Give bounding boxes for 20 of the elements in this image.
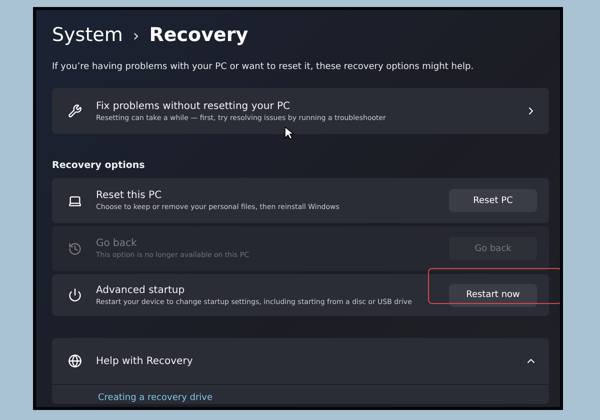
page-description: If you’re having problems with your PC or want to reset it, these recovery options might help.: [52, 62, 475, 72]
help-link[interactable]: Creating a recovery drive: [98, 393, 213, 403]
globe-icon: [68, 354, 82, 368]
section-heading: Recovery options: [52, 160, 146, 171]
option-title: Reset this PC: [96, 190, 163, 201]
history-icon: [68, 242, 82, 256]
breadcrumb-separator: ›: [132, 26, 140, 44]
help-header[interactable]: Help with Recovery: [52, 338, 549, 385]
option-title: Advanced startup: [96, 284, 186, 296]
laptop-icon: [68, 194, 82, 208]
wrench-icon: [68, 104, 82, 118]
help-title: Help with Recovery: [96, 356, 194, 366]
page-title: Recovery: [149, 24, 248, 46]
mouse-cursor-icon: [284, 126, 294, 140]
option-button[interactable]: Restart now: [449, 284, 537, 306]
breadcrumb-parent[interactable]: System: [52, 24, 123, 46]
option-title: Go back: [96, 238, 138, 249]
option-button[interactable]: Reset PC: [449, 189, 537, 212]
power-icon: [68, 288, 82, 302]
card-title: Fix problems without resetting your PC: [96, 100, 292, 112]
